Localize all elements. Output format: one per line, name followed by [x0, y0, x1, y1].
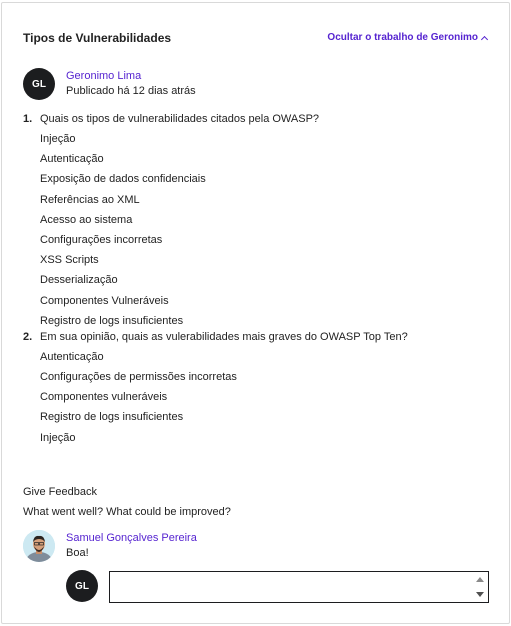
commenter-name-link[interactable]: Samuel Gonçalves Pereira — [66, 532, 197, 544]
answer-item: Componentes vulneráveis — [40, 391, 168, 404]
scroll-up-icon[interactable] — [476, 577, 484, 582]
answer-item: Registro de logs insuficientes — [40, 314, 184, 327]
question-list: 1. Quais os tipos de vulnerabilidades ci… — [23, 113, 493, 448]
answer-item: Acesso ao sistema — [40, 213, 133, 226]
hide-work-toggle[interactable]: Ocultar o trabalho de Geronimo — [327, 32, 489, 43]
reply-textarea[interactable] — [110, 572, 488, 602]
published-time: Publicado há 12 dias atrás — [66, 85, 196, 97]
question-text: Quais os tipos de vulnerabilidades citad… — [40, 113, 320, 125]
answer-item: Componentes Vulneráveis — [40, 294, 169, 307]
answer-item: Registro de logs insuficientes — [40, 411, 184, 424]
feedback-title: Give Feedback — [23, 486, 97, 498]
page-title: Tipos de Vulnerabilidades — [23, 31, 172, 45]
scroll-down-icon[interactable] — [476, 592, 484, 597]
answer-item: Autenticação — [40, 350, 104, 363]
answer-list: Autenticação Configurações de permissões… — [23, 347, 493, 448]
avatar[interactable] — [23, 530, 55, 562]
answer-item: Injeção — [40, 431, 76, 444]
question-number: 1. — [23, 113, 33, 125]
feedback-section: Give Feedback What went well? What could… — [23, 485, 231, 519]
card-header: Tipos de Vulnerabilidades Ocultar o trab… — [23, 31, 489, 47]
answer-item: Desserialização — [40, 274, 118, 287]
answer-item: Configurações incorretas — [40, 233, 163, 246]
textarea-scrollbar[interactable] — [473, 573, 487, 601]
answer-item: Configurações de permissões incorretas — [40, 371, 237, 384]
comment-text: Boa! — [66, 547, 89, 559]
question-number: 2. — [23, 330, 33, 343]
user-photo-icon — [23, 530, 55, 562]
answer-list: Injeção Autenticação Exposição de dados … — [23, 129, 493, 331]
question-item: 2. Em sua opinião, quais as vulerabilida… — [23, 331, 493, 448]
chevron-up-icon — [480, 35, 489, 43]
answer-item: XSS Scripts — [40, 254, 99, 267]
author-name-link[interactable]: Geronimo Lima — [66, 70, 141, 82]
answer-item: Injeção — [40, 133, 76, 145]
project-card: Tipos de Vulnerabilidades Ocultar o trab… — [1, 2, 510, 624]
answer-item: Exposição de dados confidenciais — [40, 173, 206, 186]
feedback-prompt: What went well? What could be improved? — [23, 506, 231, 518]
answer-item: Referências ao XML — [40, 193, 140, 206]
reply-input-box — [109, 571, 489, 603]
hide-work-label: Ocultar o trabalho de Geronimo — [327, 32, 478, 43]
question-text: Em sua opinião, quais as vulerabilidades… — [40, 330, 408, 343]
avatar[interactable]: GL — [23, 68, 55, 100]
answer-item: Autenticação — [40, 153, 104, 166]
question-item: 1. Quais os tipos de vulnerabilidades ci… — [23, 113, 493, 331]
avatar[interactable]: GL — [66, 570, 98, 602]
